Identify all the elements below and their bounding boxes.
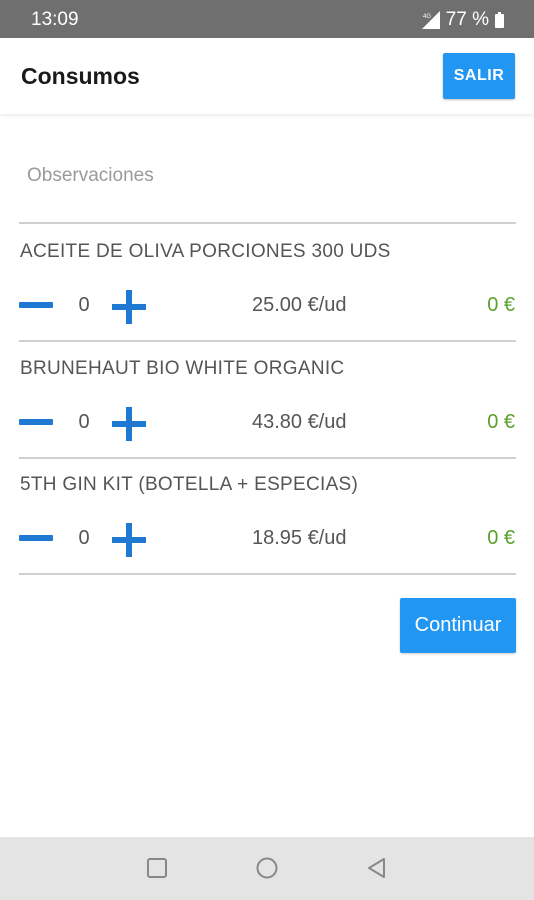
decrement-button[interactable] (19, 293, 55, 317)
decrement-button[interactable] (19, 526, 55, 550)
product-name: ACEITE DE OLIVA PORCIONES 300 UDS (20, 241, 391, 262)
decrement-button[interactable] (19, 410, 55, 434)
increment-button[interactable] (110, 405, 148, 443)
signal-icon: 4G (420, 11, 440, 29)
observations-field[interactable] (25, 164, 509, 188)
unit-price: 18.95 €/ud (252, 527, 347, 549)
line-total: 0 € (487, 294, 515, 316)
line-total: 0 € (487, 527, 515, 549)
product-row: 5TH GIN KIT (BOTELLA + ESPECIAS) 0 18.95… (19, 457, 516, 575)
continue-button[interactable]: Continuar (400, 598, 516, 653)
unit-price: 43.80 €/ud (252, 411, 347, 433)
quantity-value: 0 (78, 527, 90, 549)
exit-button[interactable]: SALIR (443, 53, 515, 99)
page-title: Consumos (21, 63, 140, 89)
minus-icon (19, 302, 53, 308)
observations-field-container (19, 148, 516, 224)
minus-icon (19, 535, 53, 541)
product-name: 5TH GIN KIT (BOTELLA + ESPECIAS) (20, 474, 359, 495)
increment-button[interactable] (110, 521, 148, 559)
status-right: 4G 77 % (420, 9, 504, 31)
status-time: 13:09 (31, 9, 79, 30)
minus-icon (19, 419, 53, 425)
unit-price: 25.00 €/ud (252, 294, 347, 316)
system-nav-bar (0, 837, 534, 900)
line-total: 0 € (487, 411, 515, 433)
app-bar: Consumos SALIR (0, 38, 534, 114)
svg-text:4G: 4G (423, 14, 431, 20)
battery-percent: 77 % (445, 9, 489, 30)
increment-button[interactable] (110, 288, 148, 326)
quantity-value: 0 (78, 294, 90, 316)
battery-icon (495, 12, 504, 28)
square-icon[interactable] (145, 856, 169, 880)
product-row: ACEITE DE OLIVA PORCIONES 300 UDS 0 25.0… (19, 224, 516, 342)
circle-icon[interactable] (255, 856, 279, 880)
product-name: BRUNEHAUT BIO WHITE ORGANIC (20, 358, 345, 379)
product-row: BRUNEHAUT BIO WHITE ORGANIC 0 43.80 €/ud… (19, 341, 516, 459)
quantity-value: 0 (78, 411, 90, 433)
status-bar: 13:09 4G 77 % (0, 0, 534, 38)
triangle-back-icon[interactable] (365, 856, 389, 880)
